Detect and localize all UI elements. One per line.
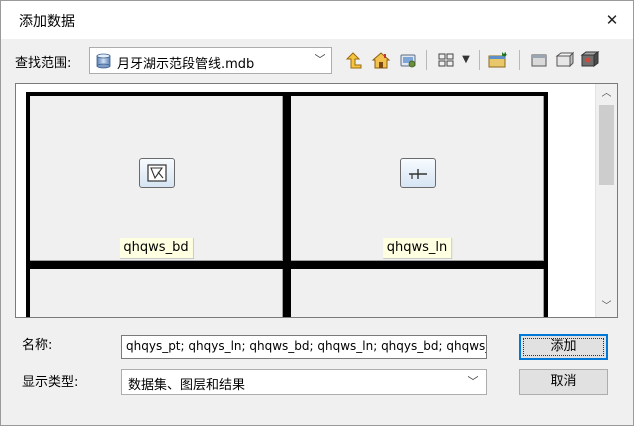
content-browser[interactable]: qhqws_bd qhqws_ln ︿ ﹀ [15,83,618,318]
look-in-dropdown[interactable]: 月牙湖示范段管线.mdb ﹀ [89,47,332,74]
home-icon[interactable] [369,48,393,72]
catalog-icon[interactable] [527,48,551,72]
item-label: qhqws_ln [382,238,453,259]
look-in-label: 查找范围: [15,56,72,71]
name-input[interactable]: qhqys_pt; qhqys_ln; qhqws_bd; qhqws_ln; … [121,335,487,359]
item-label: qhqws_bd [119,238,194,259]
up-one-level-icon[interactable] [342,48,366,72]
add-data-dialog: 添加数据 ✕ 查找范围: 月牙湖示范段管线.mdb ﹀ ▼ + qhqws_bd… [0,0,634,426]
toolbar-separator [426,50,427,70]
list-item[interactable]: qhqws_bd [26,92,287,265]
svg-text:+: + [502,51,508,59]
vertical-scrollbar[interactable]: ︿ ﹀ [595,84,617,317]
polygon-feature-class-icon [138,158,175,188]
dialog-title: 添加数据 [19,14,75,30]
show-type-label: 显示类型: [22,375,79,390]
close-icon[interactable]: ✕ [601,9,623,31]
connect-folder-icon[interactable] [396,48,420,72]
title-bar: 添加数据 ✕ [1,1,633,39]
toolbox-icon[interactable] [552,48,576,72]
name-label: 名称: [22,338,53,353]
toolbar-separator [519,50,520,70]
show-type-value: 数据集、图层和结果 [128,378,246,393]
list-item[interactable] [26,265,287,317]
toolbar-separator [479,50,480,70]
chevron-down-icon[interactable]: ﹀ [313,51,327,69]
line-feature-class-icon [399,158,436,188]
list-item[interactable] [287,265,548,317]
database-icon [95,53,112,73]
view-dropdown-arrow-icon[interactable]: ▼ [459,48,473,72]
show-type-dropdown[interactable]: 数据集、图层和结果 ﹀ [121,369,487,395]
cancel-button[interactable]: 取消 [519,369,608,395]
scroll-up-icon[interactable]: ︿ [596,84,617,104]
scroll-down-icon[interactable]: ﹀ [596,297,617,317]
view-thumbnails-icon[interactable] [434,48,458,72]
chevron-down-icon[interactable]: ﹀ [466,373,480,391]
add-button[interactable]: 添加 [519,334,608,360]
cancel-button-label: 取消 [550,374,577,389]
new-feature-dataset-icon[interactable]: + [486,48,510,72]
list-item[interactable]: qhqws_ln [287,92,548,265]
scroll-thumb[interactable] [599,105,614,185]
look-in-value: 月牙湖示范段管线.mdb [117,57,255,72]
database-icon[interactable] [577,48,601,72]
